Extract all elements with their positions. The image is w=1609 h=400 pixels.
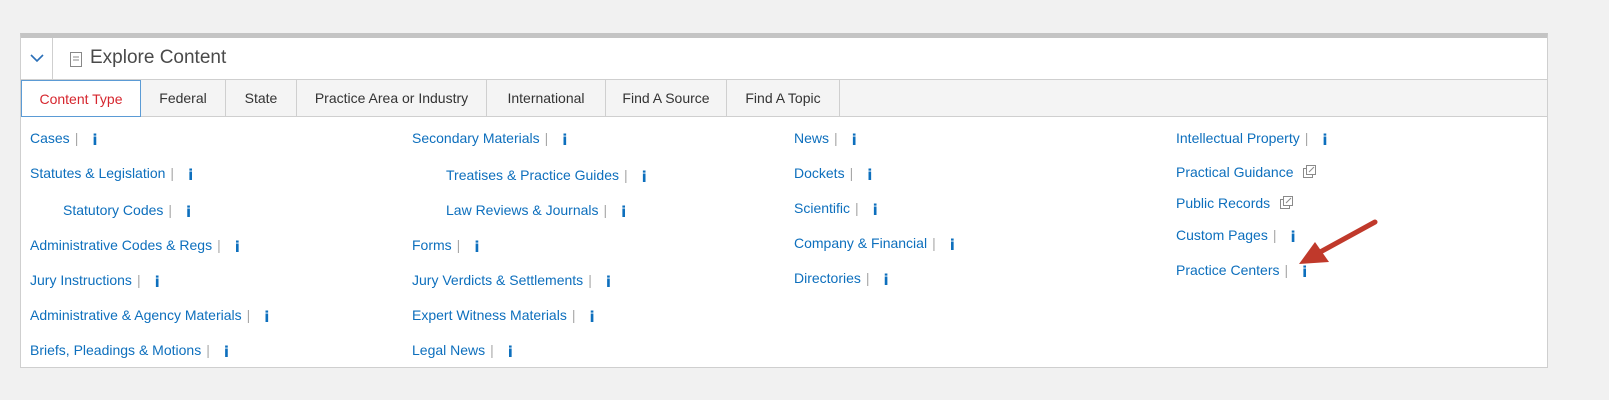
link-jury-verdicts-settlements[interactable]: Jury Verdicts & Settlements — [412, 272, 583, 288]
link-practice-centers[interactable]: Practice Centers — [1176, 262, 1279, 278]
link-jury-instructions[interactable]: Jury Instructions — [30, 272, 132, 288]
info-icon[interactable]: i — [1290, 228, 1295, 246]
link-company-financial[interactable]: Company & Financial — [794, 235, 927, 251]
link-custom-pages[interactable]: Custom Pages — [1176, 227, 1268, 243]
info-icon[interactable]: i — [508, 343, 513, 361]
link-dockets[interactable]: Dockets — [794, 165, 845, 181]
info-icon[interactable]: i — [950, 236, 955, 254]
list-item: Statutory Codes | i — [63, 202, 192, 221]
info-icon[interactable]: i — [264, 308, 269, 326]
info-icon[interactable]: i — [606, 273, 611, 291]
info-icon[interactable]: i — [155, 273, 160, 291]
info-icon[interactable]: i — [92, 131, 97, 149]
info-icon[interactable]: i — [873, 201, 878, 219]
list-item: Company & Financial | i — [794, 235, 955, 254]
info-icon[interactable]: i — [1322, 131, 1327, 149]
info-icon[interactable]: i — [867, 166, 872, 184]
external-link-icon[interactable] — [1280, 196, 1294, 209]
list-item: Practical Guidance — [1176, 163, 1317, 181]
info-icon[interactable]: i — [235, 238, 240, 256]
info-icon[interactable]: i — [224, 343, 229, 361]
info-icon[interactable]: i — [621, 203, 626, 221]
link-directories[interactable]: Directories — [794, 270, 861, 286]
link-expert-witness-materials[interactable]: Expert Witness Materials — [412, 307, 567, 323]
tab-find-a-topic[interactable]: Find A Topic — [727, 80, 840, 116]
info-icon[interactable]: i — [474, 238, 479, 256]
list-item: Secondary Materials | i — [412, 130, 568, 149]
list-item: Legal News | i — [412, 342, 513, 361]
info-icon[interactable]: i — [562, 131, 567, 149]
list-item: Intellectual Property | i — [1176, 130, 1328, 149]
content-tabs: Content Type Federal State Practice Area… — [21, 80, 1547, 117]
link-statutory-codes[interactable]: Statutory Codes — [63, 202, 163, 218]
info-icon[interactable]: i — [186, 203, 191, 221]
link-legal-news[interactable]: Legal News — [412, 342, 485, 358]
link-practical-guidance[interactable]: Practical Guidance — [1176, 164, 1294, 180]
info-icon[interactable]: i — [642, 168, 647, 186]
document-icon — [70, 52, 82, 67]
tab-international[interactable]: International — [487, 80, 606, 116]
list-item: Administrative Codes & Regs | i — [30, 237, 240, 256]
panel-title: Explore Content — [90, 47, 227, 68]
link-cases[interactable]: Cases — [30, 130, 70, 146]
link-news[interactable]: News — [794, 130, 829, 146]
link-law-reviews-journals[interactable]: Law Reviews & Journals — [446, 202, 599, 218]
info-icon[interactable]: i — [188, 166, 193, 184]
link-administrative-codes[interactable]: Administrative Codes & Regs — [30, 237, 212, 253]
list-item: Statutes & Legislation | i — [30, 165, 194, 184]
link-statutes-legislation[interactable]: Statutes & Legislation — [30, 165, 165, 181]
tab-find-a-source[interactable]: Find A Source — [606, 80, 727, 116]
list-item: Scientific | i — [794, 200, 878, 219]
list-item: Practice Centers | i — [1176, 262, 1308, 281]
list-item: Briefs, Pleadings & Motions | i — [30, 342, 229, 361]
list-item: Expert Witness Materials | i — [412, 307, 595, 326]
list-item: News | i — [794, 130, 857, 149]
panel-header: Explore Content — [21, 38, 1547, 80]
collapse-toggle[interactable] — [21, 38, 53, 79]
link-administrative-agency-materials[interactable]: Administrative & Agency Materials — [30, 307, 242, 323]
link-briefs-pleadings-motions[interactable]: Briefs, Pleadings & Motions — [30, 342, 201, 358]
info-icon[interactable]: i — [589, 308, 594, 326]
list-item: Law Reviews & Journals | i — [446, 202, 627, 221]
list-item: Administrative & Agency Materials | i — [30, 307, 270, 326]
tab-content-type[interactable]: Content Type — [21, 80, 141, 117]
info-icon[interactable]: i — [852, 131, 857, 149]
tab-state[interactable]: State — [226, 80, 297, 116]
list-item: Cases | i — [30, 130, 98, 149]
list-item: Jury Instructions | i — [30, 272, 160, 291]
link-secondary-materials[interactable]: Secondary Materials — [412, 130, 540, 146]
link-scientific[interactable]: Scientific — [794, 200, 850, 216]
info-icon[interactable]: i — [884, 271, 889, 289]
chevron-down-icon — [29, 54, 44, 63]
list-item: Treatises & Practice Guides | i — [446, 167, 647, 186]
list-item: Dockets | i — [794, 165, 873, 184]
link-intellectual-property[interactable]: Intellectual Property — [1176, 130, 1300, 146]
tab-practice-area[interactable]: Practice Area or Industry — [297, 80, 487, 116]
tab-federal[interactable]: Federal — [141, 80, 226, 116]
list-item: Custom Pages | i — [1176, 227, 1296, 246]
link-forms[interactable]: Forms — [412, 237, 452, 253]
list-item: Forms | i — [412, 237, 480, 256]
annotation-arrow-icon — [1299, 219, 1378, 264]
list-item: Directories | i — [794, 270, 889, 289]
list-item: Public Records — [1176, 194, 1294, 212]
list-item: Jury Verdicts & Settlements | i — [412, 272, 611, 291]
link-public-records[interactable]: Public Records — [1176, 195, 1270, 211]
external-link-icon[interactable] — [1303, 165, 1317, 178]
link-treatises-practice-guides[interactable]: Treatises & Practice Guides — [446, 167, 619, 183]
